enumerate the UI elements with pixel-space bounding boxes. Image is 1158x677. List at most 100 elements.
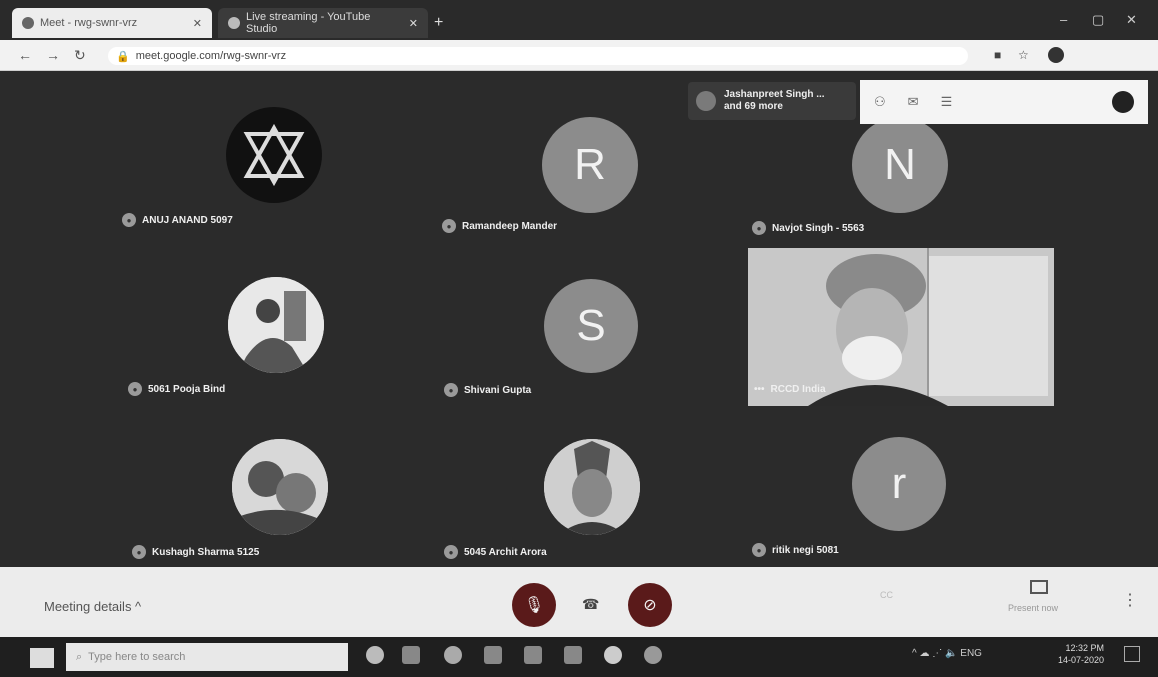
camera-indicator-icon[interactable]: ■: [994, 48, 1001, 62]
participant-name: ANUJ ANAND 5097: [142, 214, 233, 226]
participant-avatar-shivani: S: [544, 279, 638, 373]
new-tab-button[interactable]: +: [434, 14, 443, 32]
participant-avatar-navjot: N: [852, 117, 948, 213]
participant-name: 5061 Pooja Bind: [148, 383, 226, 395]
camera-off-button[interactable]: ⊘: [628, 583, 672, 627]
participant-label: ● 5045 Archit Arora: [444, 545, 547, 559]
language-indicator[interactable]: ENG: [960, 648, 982, 659]
url-text: meet.google.com/rwg-swnr-vrz: [135, 50, 287, 62]
meet-control-bar: [0, 567, 1158, 637]
participant-name: RCCD India: [770, 384, 826, 395]
user-photo: [228, 277, 324, 373]
participant-name: Ramandeep Mander: [462, 220, 558, 232]
mic-muted-icon: ●: [444, 383, 458, 397]
mic-muted-icon: ●: [444, 545, 458, 559]
participant-name: Kushagh Sharma 5125: [152, 546, 260, 558]
participants-badge-line2: and 69 more: [724, 101, 783, 112]
cloud-icon[interactable]: ☁: [919, 648, 929, 659]
participant-video-rccd: ••• RCCD India: [748, 248, 1054, 406]
participant-label: ● ANUJ ANAND 5097: [122, 213, 233, 227]
user-avatar-icon[interactable]: [1112, 91, 1134, 113]
lock-icon: 🔒: [116, 50, 130, 63]
mic-muted-icon: ●: [752, 221, 766, 235]
participant-avatar-icon: [696, 91, 716, 111]
participant-avatar-kushagh: [232, 439, 328, 535]
participant-label: ● 5061 Pooja Bind: [128, 382, 225, 396]
participants-badge-line1: Jashanpreet Singh ...: [724, 89, 825, 100]
mic-muted-icon: ●: [442, 219, 456, 233]
present-now-label[interactable]: Present now: [1008, 603, 1058, 613]
user-photo: [232, 439, 328, 535]
tab-meet[interactable]: Meet - rwg-swnr-vrz ✕: [12, 8, 212, 38]
participant-name: 5045 Archit Arora: [464, 546, 547, 558]
clock-date: 14-07-2020: [1058, 655, 1105, 665]
participant-label: ● Shivani Gupta: [444, 383, 531, 397]
volume-icon[interactable]: 🔈: [945, 648, 957, 659]
participant-label: ● Ramandeep Mander: [442, 219, 557, 233]
camera-off-icon: ⊘: [643, 597, 657, 614]
end-call-icon[interactable]: ☎: [582, 596, 599, 613]
maximize-button[interactable]: ▢: [1092, 12, 1104, 28]
participant-label: ••• RCCD India: [754, 384, 826, 395]
notification-icon[interactable]: [1124, 646, 1140, 662]
back-arrow-icon[interactable]: ←: [18, 47, 32, 63]
star-icon[interactable]: ☆: [1018, 48, 1029, 62]
tab-title: Live streaming - YouTube Studio: [246, 11, 371, 35]
chrome-alt-icon[interactable]: [644, 646, 662, 664]
logo-icon: [243, 123, 305, 187]
chrome-icon[interactable]: [604, 646, 622, 664]
taskbar-search[interactable]: ⌕ Type here to search: [66, 643, 348, 671]
meeting-details-button[interactable]: Meeting details ^: [44, 599, 141, 614]
participant-name: Shivani Gupta: [464, 384, 532, 396]
mic-muted-icon: ●: [752, 543, 766, 557]
reload-icon[interactable]: ↻: [74, 47, 86, 64]
video-frame: [748, 248, 1054, 406]
search-icon: ⌕: [76, 650, 83, 663]
meet-favicon-icon: [22, 17, 34, 29]
participant-avatar-pooja: [228, 277, 324, 373]
mail-icon[interactable]: [564, 646, 582, 664]
store-icon[interactable]: [524, 646, 542, 664]
close-icon[interactable]: ✕: [409, 17, 418, 30]
activities-icon[interactable]: ☰: [941, 94, 953, 110]
meet-top-controls: ⚇ ✉ ☰: [860, 80, 1148, 124]
tab-title: Meet - rwg-swnr-vrz: [40, 17, 138, 29]
more-options-icon[interactable]: •••: [754, 384, 765, 395]
participant-avatar-archit: [544, 439, 640, 535]
mic-muted-icon: ●: [122, 213, 136, 227]
user-photo: [544, 439, 640, 535]
participant-name: ritik negi 5081: [772, 544, 839, 556]
present-screen-icon[interactable]: [1030, 580, 1048, 594]
file-explorer-icon[interactable]: [484, 646, 502, 664]
close-icon[interactable]: ✕: [193, 17, 202, 30]
chat-icon[interactable]: ✉: [908, 94, 919, 110]
participant-label: ● ritik negi 5081: [752, 543, 839, 557]
profile-avatar-icon[interactable]: [1048, 47, 1064, 63]
mic-muted-icon: ●: [128, 382, 142, 396]
task-view-icon[interactable]: [402, 646, 420, 664]
edge-icon[interactable]: [444, 646, 462, 664]
minimize-button[interactable]: –: [1060, 12, 1067, 27]
meet-grid: ● ANUJ ANAND 5097 R ● Ramandeep Mander N…: [0, 71, 1158, 567]
forward-arrow-icon[interactable]: →: [46, 47, 60, 63]
tab-youtube-studio[interactable]: Live streaming - YouTube Studio ✕: [218, 8, 428, 38]
mic-muted-icon: ●: [132, 545, 146, 559]
url-field[interactable]: 🔒 meet.google.com/rwg-swnr-vrz: [108, 47, 968, 65]
cortana-icon[interactable]: [366, 646, 384, 664]
captions-icon[interactable]: CC: [880, 590, 893, 600]
wifi-icon[interactable]: ⋰: [932, 648, 942, 659]
tray-arrow-icon[interactable]: ^: [912, 648, 917, 659]
system-tray[interactable]: ^ ☁ ⋰ 🔈 ENG: [912, 648, 982, 659]
windows-start-icon[interactable]: [30, 648, 54, 668]
mic-off-button[interactable]: 🎙: [512, 583, 556, 627]
more-options-icon[interactable]: ⋮: [1122, 590, 1138, 610]
window-close-button[interactable]: ✕: [1126, 12, 1137, 28]
taskbar-clock[interactable]: 12:32 PM 14-07-2020: [1058, 642, 1104, 666]
participants-badge[interactable]: Jashanpreet Singh ... and 69 more: [688, 82, 856, 120]
mic-off-icon: 🎙: [523, 597, 545, 614]
participants-badge-text: Jashanpreet Singh ... and 69 more: [724, 89, 825, 113]
participant-avatar-ritik: r: [852, 437, 946, 531]
clock-time: 12:32 PM: [1065, 643, 1105, 653]
people-icon[interactable]: ⚇: [874, 94, 886, 110]
search-placeholder: Type here to search: [88, 651, 186, 663]
